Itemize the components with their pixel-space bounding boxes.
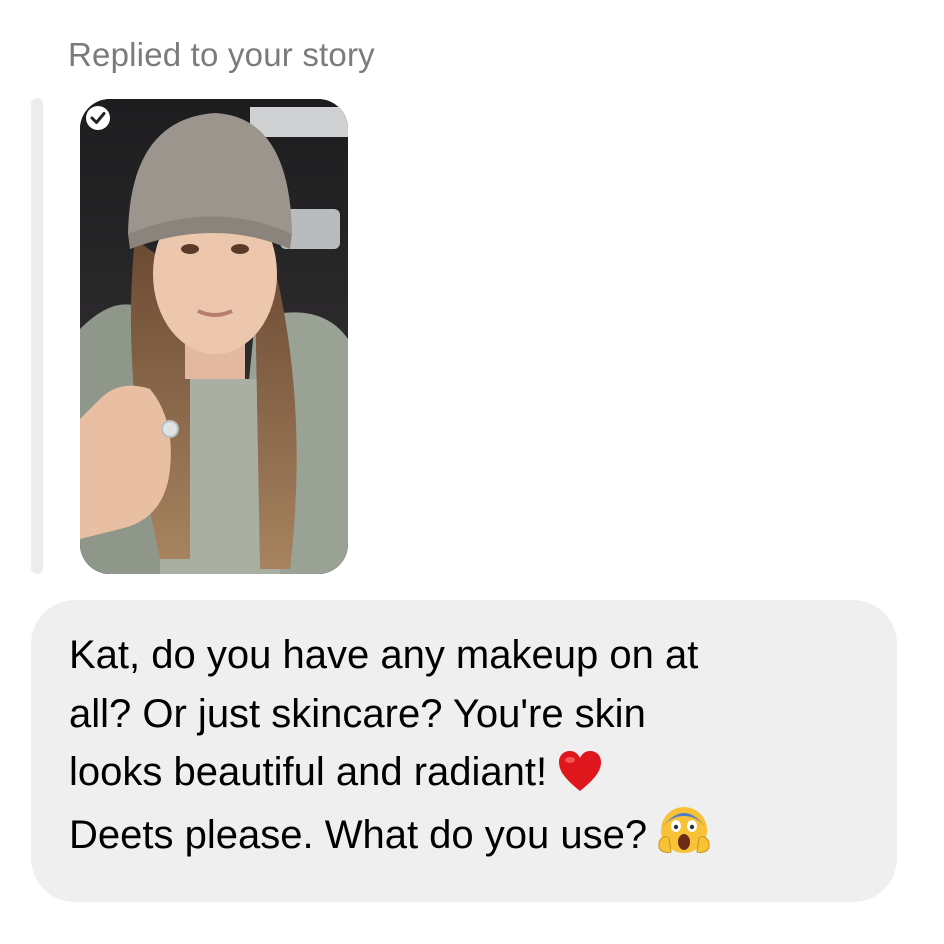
message-line-text: looks beautiful and radiant! [69,750,548,794]
message-line-with-emoji: Deets please. What do you use? [69,802,889,865]
story-thumbnail[interactable] [80,99,348,574]
message-text: Kat, do you have any makeup on at all? O… [69,626,889,864]
reply-context-label: Replied to your story [68,36,375,73]
message-line: all? Or just skincare? You're skin [69,691,646,736]
message-bubble[interactable]: Kat, do you have any makeup on at all? O… [31,600,897,902]
message-line-with-heart: looks beautiful and radiant! [69,743,889,802]
check-badge-icon [86,106,110,130]
face-screaming-in-fear-icon [658,806,710,853]
story-photo [80,99,348,574]
message-line-text: Deets please. What do you use? [69,812,648,857]
message-line: Kat, do you have any makeup on at [69,633,699,677]
reply-quote-bar [31,98,43,574]
red-heart-icon [559,751,602,791]
